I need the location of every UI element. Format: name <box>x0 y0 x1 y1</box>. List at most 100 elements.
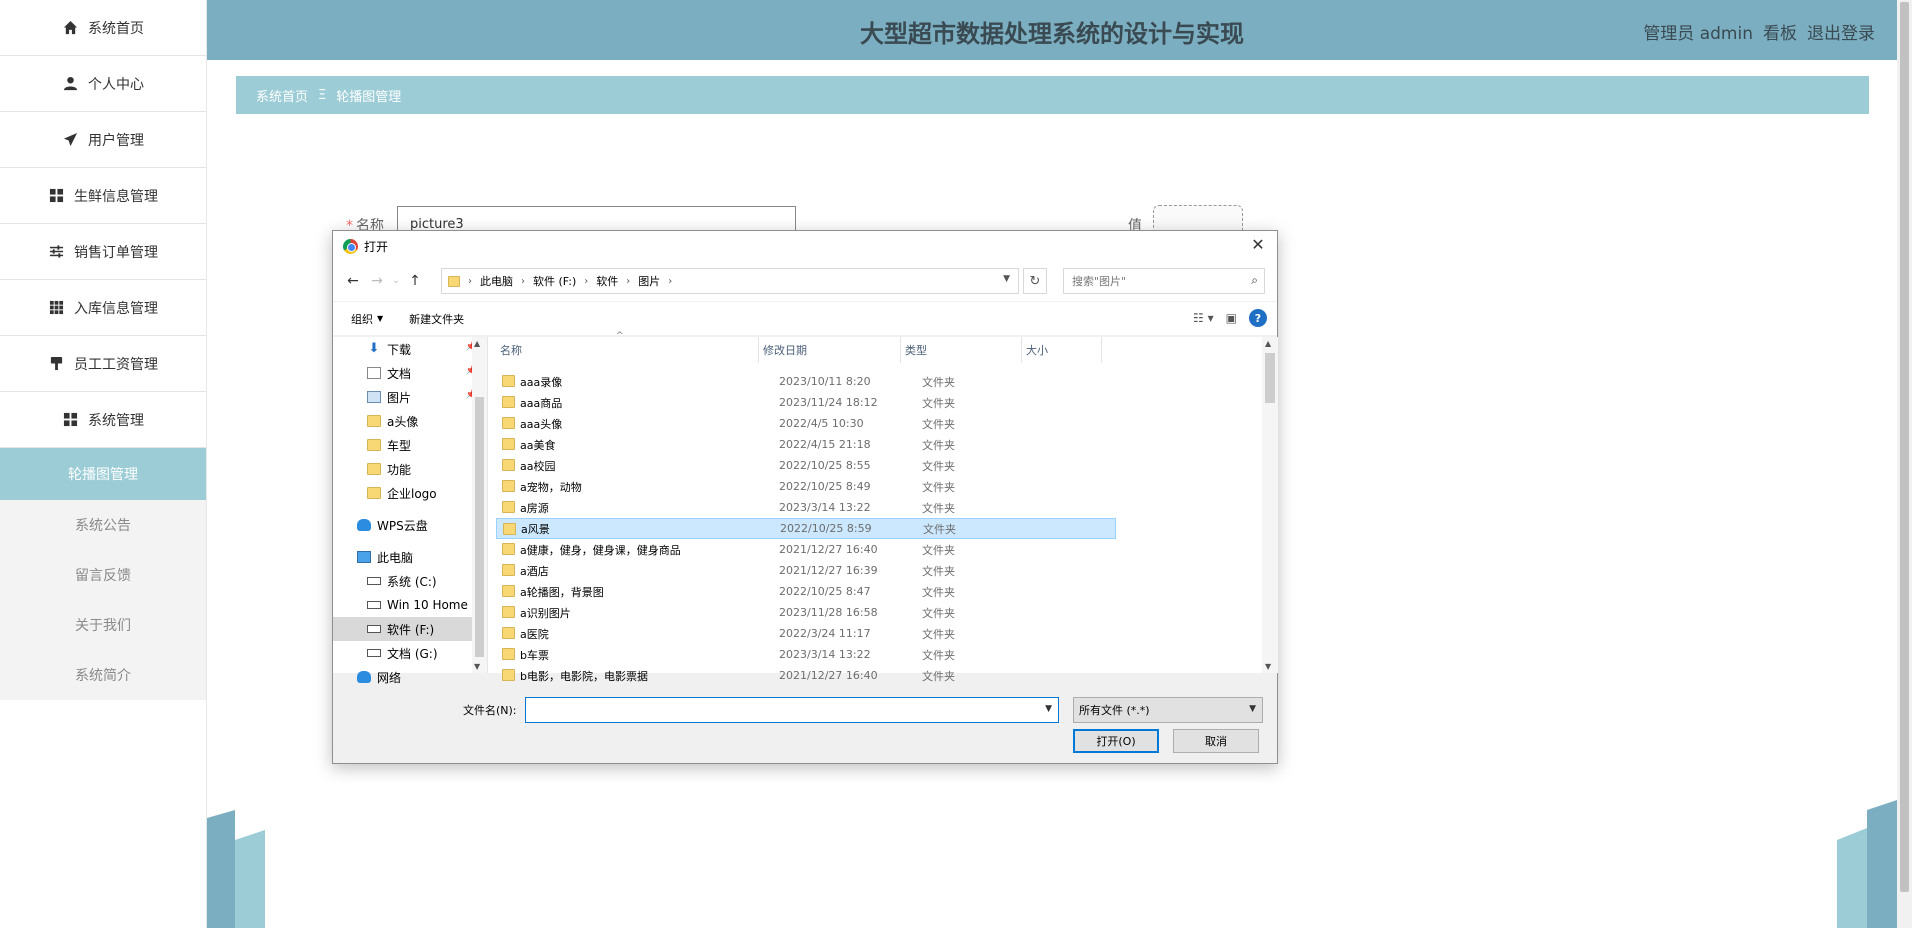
nav-item[interactable]: 车型 <box>333 433 487 457</box>
search-input[interactable]: 搜索"图片" ⌕ <box>1063 268 1265 294</box>
file-row[interactable]: a医院 2022/3/24 11:17 文件夹 <box>496 623 1116 644</box>
help-icon[interactable]: ? <box>1249 309 1267 327</box>
refresh-icon[interactable]: ↻ <box>1023 268 1047 294</box>
submenu-item-2[interactable]: 留言反馈 <box>0 550 206 600</box>
column-size[interactable]: 大小 <box>1022 337 1102 363</box>
scroll-up-icon[interactable]: ▲ <box>1265 339 1271 348</box>
file-type: 文件夹 <box>922 501 955 515</box>
file-type: 文件夹 <box>922 564 955 578</box>
file-row[interactable]: aa校园 2022/10/25 8:55 文件夹 <box>496 455 1116 476</box>
path-crumb-pictures[interactable]: 图片 › <box>638 273 672 289</box>
nav-item[interactable]: 文档📌 <box>333 361 487 385</box>
file-row[interactable]: a酒店 2021/12/27 16:39 文件夹 <box>496 560 1116 581</box>
file-date: 2023/11/24 18:12 <box>779 396 878 409</box>
close-icon[interactable]: ✕ <box>1249 236 1267 254</box>
nav-item[interactable]: 此电脑 <box>333 545 487 569</box>
open-button[interactable]: 打开(O) <box>1073 729 1159 753</box>
file-row[interactable]: a轮播图，背景图 2022/10/25 8:47 文件夹 <box>496 581 1116 602</box>
folder-icon <box>502 669 515 681</box>
sidebar-item-7[interactable]: 系统管理 <box>0 392 206 448</box>
page-scrollbar[interactable] <box>1897 0 1912 928</box>
file-row[interactable]: aa美食 2022/4/15 21:18 文件夹 <box>496 434 1116 455</box>
sidebar-item-1[interactable]: 个人中心 <box>0 56 206 112</box>
submenu-item-1[interactable]: 系统公告 <box>0 500 206 550</box>
chevron-down-icon[interactable]: ▼ <box>1003 274 1010 284</box>
sidebar-item-3[interactable]: 生鲜信息管理 <box>0 168 206 224</box>
file-row[interactable]: a健康，健身，健身课，健身商品 2021/12/27 16:40 文件夹 <box>496 539 1116 560</box>
scroll-up-icon[interactable]: ▲ <box>474 339 480 348</box>
file-row[interactable]: aaa商品 2023/11/24 18:12 文件夹 <box>496 392 1116 413</box>
submenu-item-4[interactable]: 系统简介 <box>0 650 206 700</box>
send-icon <box>62 132 78 148</box>
submenu-item-0[interactable]: 轮播图管理 <box>0 448 206 500</box>
sidebar-item-label: 销售订单管理 <box>74 244 158 261</box>
sidebar-item-6[interactable]: 员工工资管理 <box>0 336 206 392</box>
file-list-scrollbar[interactable]: ▲ ▼ <box>1262 337 1278 673</box>
sidebar-item-0[interactable]: 系统首页 <box>0 0 206 56</box>
file-row[interactable]: aaa头像 2022/4/5 10:30 文件夹 <box>496 413 1116 434</box>
nav-item[interactable]: 文档 (G:) <box>333 641 487 665</box>
file-row[interactable]: a房源 2023/3/14 13:22 文件夹 <box>496 497 1116 518</box>
nav-item[interactable]: 功能 <box>333 457 487 481</box>
nav-scrollbar-thumb[interactable] <box>475 397 484 657</box>
sidebar-item-2[interactable]: 用户管理 <box>0 112 206 168</box>
filename-input[interactable]: ▼ <box>525 697 1059 723</box>
nav-item[interactable]: 图片📌 <box>333 385 487 409</box>
cancel-button[interactable]: 取消 <box>1173 729 1259 753</box>
path-crumb-pc[interactable]: 此电脑 › <box>480 273 525 289</box>
path-crumb-drive[interactable]: 软件 (F:) › <box>533 273 588 289</box>
file-name: aa校园 <box>520 459 556 473</box>
nav-item[interactable]: ⬇下载📌 <box>333 337 487 361</box>
file-type: 文件夹 <box>922 438 955 452</box>
chevron-down-icon[interactable]: ▼ <box>1045 704 1052 714</box>
scroll-down-icon[interactable]: ▼ <box>1265 662 1271 671</box>
logout-link[interactable]: 退出登录 <box>1807 19 1875 44</box>
nav-item[interactable]: 系统 (C:) <box>333 569 487 593</box>
file-row[interactable]: a宠物，动物 2022/10/25 8:49 文件夹 <box>496 476 1116 497</box>
sidebar-item-label: 个人中心 <box>88 76 144 93</box>
sidebar-item-4[interactable]: 销售订单管理 <box>0 224 206 280</box>
nav-scrollbar[interactable]: ▲ ▼ <box>472 337 487 673</box>
new-folder-button[interactable]: 新建文件夹 <box>409 311 464 327</box>
sliders-icon <box>48 244 64 260</box>
file-row[interactable]: a识别图片 2023/11/28 16:58 文件夹 <box>496 602 1116 623</box>
chevron-down-icon[interactable]: ▼ <box>1249 704 1256 714</box>
nav-item[interactable]: Win 10 Home x <box>333 593 487 617</box>
file-row[interactable]: b车票 2023/3/14 13:22 文件夹 <box>496 644 1116 665</box>
nav-item[interactable]: 网络 <box>333 665 487 689</box>
nav-item[interactable]: 企业logo <box>333 481 487 505</box>
board-link[interactable]: 看板 <box>1763 19 1797 44</box>
file-row[interactable]: a风景 2022/10/25 8:59 文件夹 <box>496 518 1116 539</box>
nav-item[interactable]: WPS云盘 <box>333 513 487 537</box>
nav-item[interactable]: a头像 <box>333 409 487 433</box>
file-row[interactable]: aaa录像 2023/10/11 8:20 文件夹 <box>496 371 1116 392</box>
submenu-item-3[interactable]: 关于我们 <box>0 600 206 650</box>
file-date: 2023/3/14 13:22 <box>779 501 871 514</box>
view-options-icon[interactable]: ☷ ▾ <box>1193 311 1214 325</box>
address-bar[interactable]: › 此电脑 › 软件 (F:) › 软件 › 图片 › ▼ <box>441 268 1019 294</box>
forward-arrow-icon[interactable]: → <box>365 269 389 293</box>
file-type: 文件夹 <box>922 585 955 599</box>
nav-item-label: 下载 <box>387 342 412 357</box>
path-crumb-software[interactable]: 软件 › <box>596 273 630 289</box>
column-type[interactable]: 类型 <box>901 337 1022 363</box>
sidebar-item-5[interactable]: 入库信息管理 <box>0 280 206 336</box>
page-scrollbar-thumb[interactable] <box>1900 2 1909 892</box>
recent-dropdown-icon[interactable]: ⌄ <box>389 269 403 293</box>
dialog-titlebar[interactable]: 打开 ✕ <box>333 231 1277 261</box>
column-date[interactable]: 修改日期 <box>759 337 901 363</box>
nav-item-label: 网络 <box>377 670 402 685</box>
file-name: a轮播图，背景图 <box>520 585 604 599</box>
breadcrumb-home[interactable]: 系统首页 <box>256 86 308 105</box>
organize-button[interactable]: 组织 ▼ <box>351 311 383 327</box>
back-arrow-icon[interactable]: ← <box>341 269 365 293</box>
filetype-select[interactable]: 所有文件 (*.*) ▼ <box>1073 697 1263 723</box>
nav-item[interactable]: 软件 (F:) <box>333 617 487 641</box>
preview-pane-icon[interactable]: ▣ <box>1226 311 1237 325</box>
column-name[interactable]: 名称 <box>496 337 759 363</box>
up-arrow-icon[interactable]: ↑ <box>403 269 427 293</box>
file-scrollbar-thumb[interactable] <box>1265 353 1275 403</box>
file-row[interactable]: b电影，电影院，电影票据 2021/12/27 16:40 文件夹 <box>496 665 1116 686</box>
scroll-down-icon[interactable]: ▼ <box>474 662 480 671</box>
